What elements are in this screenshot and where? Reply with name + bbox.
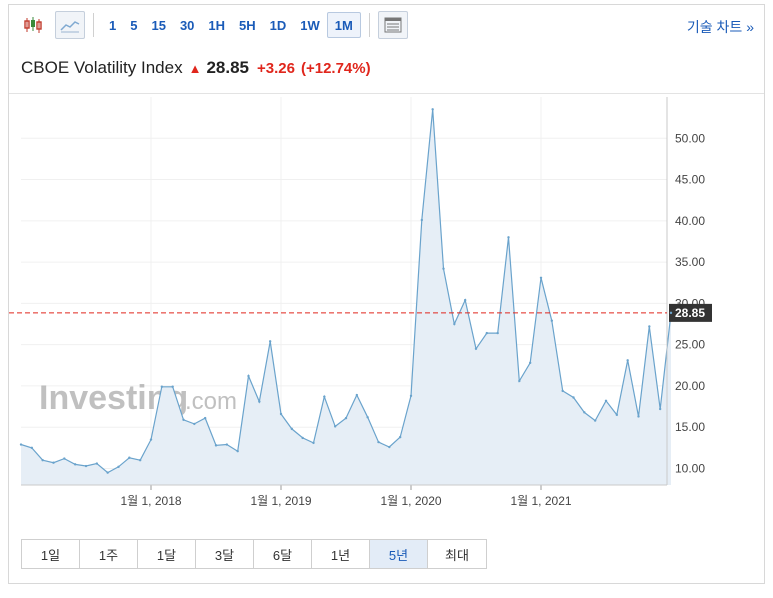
data-point (203, 416, 207, 420)
data-point (41, 459, 44, 462)
data-point (182, 418, 185, 421)
data-point (312, 441, 315, 445)
data-point (355, 393, 359, 397)
data-point (95, 462, 99, 465)
data-point (398, 435, 402, 439)
y-tick-label: 25.00 (675, 338, 705, 352)
data-point (128, 456, 131, 459)
data-point (615, 413, 619, 417)
y-tick-label: 15.00 (675, 420, 705, 434)
data-point (442, 267, 445, 270)
data-point (193, 422, 196, 426)
range-selector: 1일 1주 1달 3달 6달 1년 5년 최대 (21, 539, 487, 569)
range-max[interactable]: 최대 (428, 540, 486, 568)
data-point (106, 471, 109, 474)
data-point (528, 361, 532, 365)
data-point (171, 385, 174, 388)
x-tick-label: 1월 1, 2019 (250, 494, 311, 508)
y-tick-label: 50.00 (675, 131, 705, 145)
range-3mo[interactable]: 3달 (196, 540, 254, 568)
y-tick-label: 10.00 (675, 461, 705, 475)
data-point (637, 415, 640, 418)
data-point (420, 218, 424, 222)
data-point (431, 108, 434, 111)
range-6mo[interactable]: 6달 (254, 540, 312, 568)
data-point (539, 276, 543, 279)
data-point (160, 385, 164, 388)
data-point (518, 379, 521, 383)
data-point (247, 374, 250, 378)
range-1w[interactable]: 1주 (80, 540, 138, 568)
y-tick-label: 35.00 (675, 255, 705, 269)
data-point (19, 443, 23, 446)
data-point (496, 331, 499, 335)
watermark-suffix: .com (185, 388, 237, 415)
data-point (463, 298, 467, 302)
data-point (301, 436, 304, 440)
x-tick-label: 1월 1, 2021 (510, 494, 571, 508)
data-point (366, 416, 369, 419)
last-price-label: 28.85 (675, 306, 705, 320)
data-point (593, 419, 597, 422)
data-point (268, 340, 272, 343)
data-point (572, 396, 575, 399)
data-point (290, 427, 294, 431)
data-point (409, 394, 413, 398)
range-1d[interactable]: 1일 (22, 540, 80, 568)
data-point (323, 395, 326, 398)
data-point (117, 465, 120, 469)
data-point (485, 331, 489, 335)
x-tick-label: 1월 1, 2018 (120, 494, 181, 508)
last-price-badge: 28.85 (669, 303, 712, 322)
y-tick-label: 20.00 (675, 379, 705, 393)
data-point (658, 407, 662, 411)
data-point (507, 236, 510, 239)
series-area (21, 109, 671, 486)
data-point (333, 425, 337, 428)
data-point (258, 400, 261, 403)
data-point (279, 412, 283, 416)
data-point (236, 449, 239, 453)
data-point (149, 438, 153, 441)
data-point (474, 347, 478, 350)
data-point (626, 359, 629, 362)
price-chart[interactable]: Investing .com 10.0015.0020.0025.0030.00… (9, 5, 764, 525)
data-point (225, 443, 229, 446)
data-point (604, 399, 608, 402)
x-tick-label: 1월 1, 2020 (380, 494, 441, 508)
data-point (344, 416, 348, 420)
data-point (377, 440, 380, 444)
data-point (648, 325, 651, 328)
range-1mo[interactable]: 1달 (138, 540, 196, 568)
data-point (550, 319, 554, 322)
data-point (73, 463, 77, 466)
investing-watermark: Investing .com (39, 379, 237, 417)
data-point (453, 322, 456, 326)
data-point (388, 445, 391, 449)
data-point (214, 444, 218, 447)
data-point (63, 457, 66, 460)
data-point (669, 311, 673, 315)
data-point (30, 446, 34, 450)
data-point (138, 459, 142, 462)
y-tick-label: 40.00 (675, 214, 705, 228)
chart-widget: 1 5 15 30 1H 5H 1D 1W 1M 기술 차트 » CBOE Vo… (8, 4, 765, 584)
data-point (84, 464, 88, 468)
data-point (561, 389, 564, 393)
range-5y[interactable]: 5년 (370, 540, 428, 568)
data-point (52, 461, 55, 464)
y-tick-label: 45.00 (675, 173, 705, 187)
range-1y[interactable]: 1년 (312, 540, 370, 568)
data-point (583, 411, 586, 414)
